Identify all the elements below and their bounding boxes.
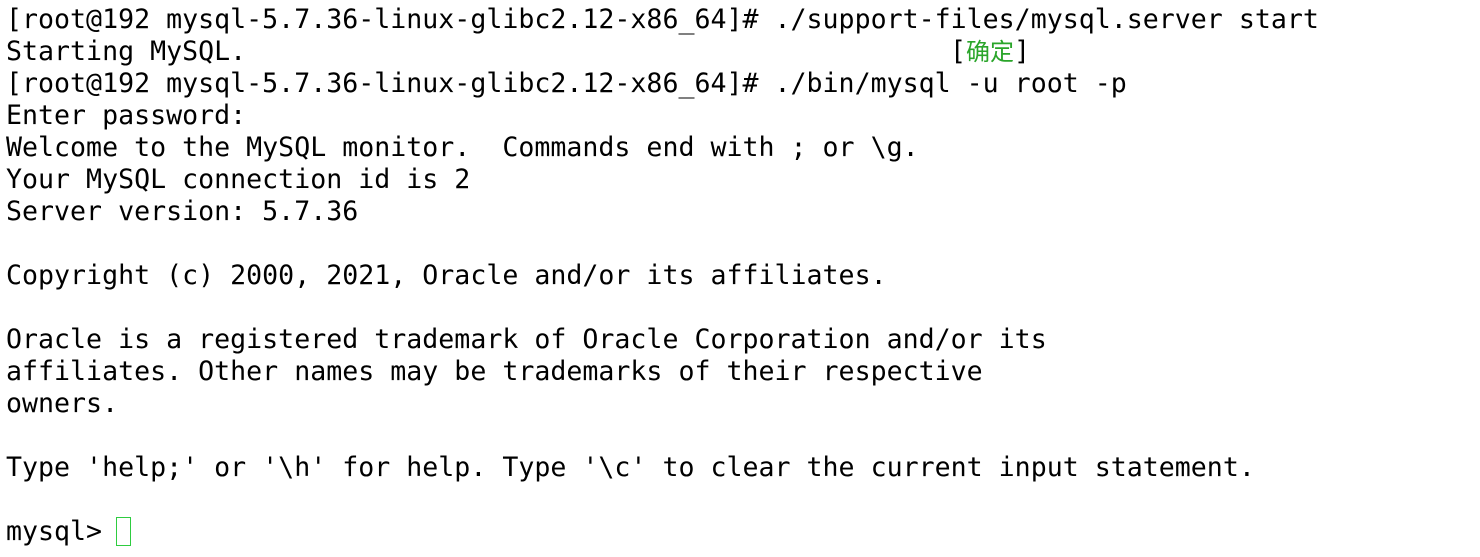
terminal-cursor[interactable] <box>116 517 131 546</box>
help-hint-line: Type 'help;' or '\h' for help. Type '\c'… <box>6 452 1255 483</box>
status-ok-indicator: [确定] <box>950 36 1030 68</box>
trademark-line-3: owners. <box>6 388 119 419</box>
shell-command-start: [root@192 mysql-5.7.36-linux-glibc2.12-x… <box>6 4 1319 35</box>
enter-password-prompt: Enter password: <box>6 100 247 131</box>
connection-id-line: Your MySQL connection id is 2 <box>6 164 471 195</box>
trademark-line-2: affiliates. Other names may be trademark… <box>6 356 983 387</box>
starting-mysql-output: Starting MySQL. <box>6 36 247 67</box>
server-version-line: Server version: 5.7.36 <box>6 196 359 227</box>
status-open-bracket: [ <box>950 36 967 67</box>
welcome-message: Welcome to the MySQL monitor. Commands e… <box>6 132 919 163</box>
copyright-line: Copyright (c) 2000, 2021, Oracle and/or … <box>6 260 887 291</box>
status-close-bracket: ] <box>1014 36 1031 67</box>
status-ok-text: 确定 <box>966 38 1015 66</box>
trademark-line-1: Oracle is a registered trademark of Orac… <box>6 324 1047 355</box>
shell-command-login: [root@192 mysql-5.7.36-linux-glibc2.12-x… <box>6 68 1127 99</box>
mysql-prompt: mysql> <box>6 516 119 547</box>
terminal-window[interactable]: [root@192 mysql-5.7.36-linux-glibc2.12-x… <box>0 0 1480 557</box>
